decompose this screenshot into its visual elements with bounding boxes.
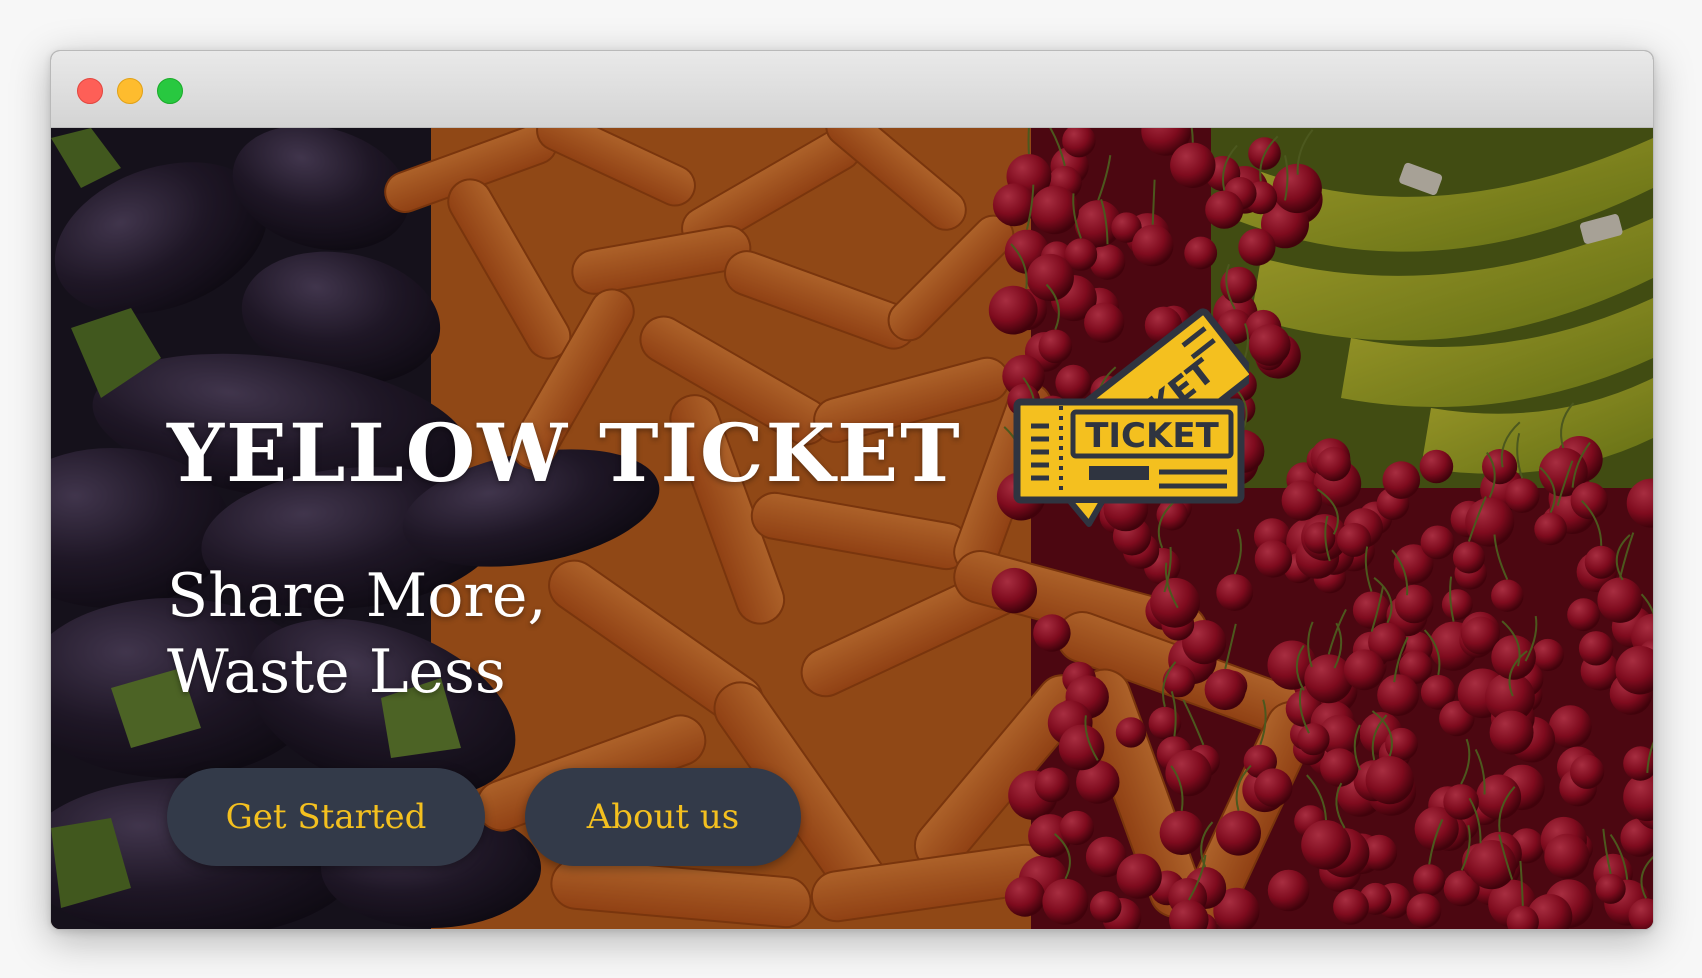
ticket-logo-icon: CKET TICKET: [1013, 308, 1249, 527]
tagline-line-1: Share More,: [167, 561, 547, 631]
tagline-line-2: Waste Less: [167, 637, 506, 707]
site-title: YELLOW TICKET: [167, 406, 962, 500]
get-started-button[interactable]: Get Started: [167, 768, 485, 866]
window-titlebar: [51, 51, 1653, 128]
close-window-button[interactable]: [77, 78, 103, 104]
minimize-window-button[interactable]: [117, 78, 143, 104]
hero-section: YELLOW TICKET CKET TICKET Share More, Wa…: [51, 128, 1653, 929]
ticket-logo-text: TICKET: [1085, 416, 1219, 456]
zoom-window-button[interactable]: [157, 78, 183, 104]
browser-window: YELLOW TICKET CKET TICKET Share More, Wa…: [50, 50, 1654, 930]
about-us-button[interactable]: About us: [525, 768, 801, 866]
hero-tagline: Share More, Waste Less: [167, 558, 547, 710]
